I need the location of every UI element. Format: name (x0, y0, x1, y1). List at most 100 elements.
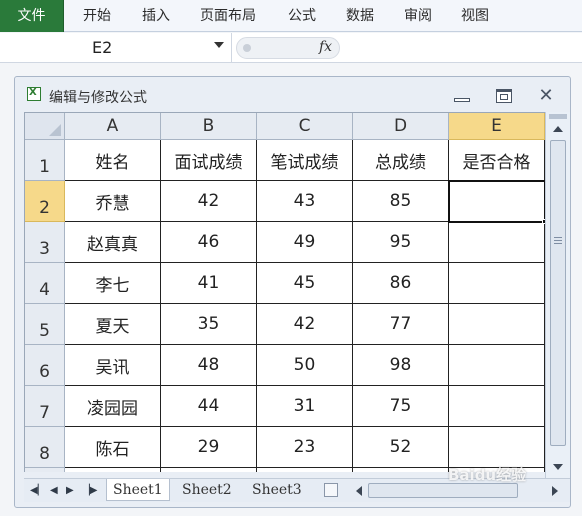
close-button[interactable]: ✕ (535, 87, 557, 105)
vertical-scroll-thumb[interactable] (550, 140, 566, 446)
cell-d6[interactable]: 98 (353, 345, 449, 386)
cell-c3[interactable]: 49 (257, 222, 353, 263)
active-cell-border (448, 180, 545, 223)
column-header-d[interactable]: D (353, 113, 449, 140)
cell-c9[interactable] (257, 468, 353, 472)
cell-a9[interactable] (65, 468, 161, 472)
scroll-left-icon[interactable] (356, 486, 362, 496)
grip-icon (243, 44, 251, 52)
select-all-corner[interactable] (25, 113, 65, 140)
cell-b3[interactable]: 46 (161, 222, 257, 263)
tab-home[interactable]: 开始 (83, 0, 111, 32)
cell-d8[interactable]: 52 (353, 427, 449, 468)
last-sheet-icon[interactable]: ▕▶ (82, 485, 97, 496)
row-header-5[interactable]: 5 (25, 304, 65, 345)
minimize-button[interactable] (451, 87, 473, 105)
cell-d1[interactable]: 总成绩 (353, 140, 449, 181)
cell-c7[interactable]: 31 (257, 386, 353, 427)
cell-a3[interactable]: 赵真真 (65, 222, 161, 263)
tab-file[interactable]: 文件 (0, 0, 64, 32)
cell-c4[interactable]: 45 (257, 263, 353, 304)
name-box-value: E2 (92, 38, 113, 57)
formula-controls: fx (236, 37, 340, 59)
cell-d3[interactable]: 95 (353, 222, 449, 263)
sheet-tab-sheet3[interactable]: Sheet3 (246, 479, 308, 501)
workbook-title: 编辑与修改公式 (49, 90, 147, 106)
close-icon: ✕ (538, 85, 554, 106)
cell-b6[interactable]: 48 (161, 345, 257, 386)
cell-c1[interactable]: 笔试成绩 (257, 140, 353, 181)
next-sheet-icon[interactable]: ▶ (66, 485, 74, 496)
cell-d7[interactable]: 75 (353, 386, 449, 427)
column-header-a[interactable]: A (65, 113, 161, 140)
spreadsheet-grid[interactable]: A B C D E 1 2 3 4 5 6 7 8 9 姓名面试成绩笔试成绩总成… (24, 112, 545, 472)
cell-a6[interactable]: 吴讯 (65, 345, 161, 386)
cell-a2[interactable]: 乔慧 (65, 181, 161, 222)
cell-e4[interactable] (449, 263, 545, 304)
first-sheet-icon[interactable]: ◀▏ (30, 485, 45, 496)
cell-a4[interactable]: 李七 (65, 263, 161, 304)
tab-review[interactable]: 审阅 (404, 0, 432, 32)
cell-c8[interactable]: 23 (257, 427, 353, 468)
column-header-b[interactable]: B (161, 113, 257, 140)
cell-b9[interactable] (161, 468, 257, 472)
formula-input[interactable] (344, 33, 582, 63)
workbook-title-bar: X 编辑与修改公式 ✕ (15, 77, 570, 111)
cell-b7[interactable]: 44 (161, 386, 257, 427)
formula-bar: E2 fx (0, 33, 582, 63)
insert-function-button[interactable]: fx (319, 39, 332, 55)
scroll-up-icon[interactable] (553, 126, 563, 132)
sheet-tab-sheet1[interactable]: Sheet1 (106, 479, 170, 501)
row-header-9[interactable]: 9 (25, 468, 65, 472)
column-header-e[interactable]: E (449, 113, 545, 140)
cell-d5[interactable]: 77 (353, 304, 449, 345)
cell-e8[interactable] (449, 427, 545, 468)
cell-e6[interactable] (449, 345, 545, 386)
scroll-down-icon[interactable] (553, 464, 563, 470)
vertical-scrollbar[interactable] (545, 112, 570, 478)
cell-c5[interactable]: 42 (257, 304, 353, 345)
tab-data[interactable]: 数据 (346, 0, 374, 32)
column-header-c[interactable]: C (257, 113, 353, 140)
sheet-tab-sheet2[interactable]: Sheet2 (176, 479, 238, 501)
cell-a8[interactable]: 陈石 (65, 427, 161, 468)
watermark: Baidu经验 (448, 466, 527, 484)
row-header-4[interactable]: 4 (25, 263, 65, 304)
cell-b1[interactable]: 面试成绩 (161, 140, 257, 181)
cell-e5[interactable] (449, 304, 545, 345)
horizontal-scroll-thumb[interactable] (368, 483, 518, 498)
cell-e3[interactable] (449, 222, 545, 263)
cell-d4[interactable]: 86 (353, 263, 449, 304)
row-header-8[interactable]: 8 (25, 427, 65, 468)
cell-e1[interactable]: 是否合格 (449, 140, 545, 181)
cell-b4[interactable]: 41 (161, 263, 257, 304)
cell-a1[interactable]: 姓名 (65, 140, 161, 181)
cell-a7[interactable]: 凌园园 (65, 386, 161, 427)
chevron-down-icon[interactable] (214, 42, 224, 48)
cell-c2[interactable]: 43 (257, 181, 353, 222)
tab-insert[interactable]: 插入 (142, 0, 170, 32)
tab-formulas[interactable]: 公式 (288, 0, 316, 32)
row-header-7[interactable]: 7 (25, 386, 65, 427)
row-header-3[interactable]: 3 (25, 222, 65, 263)
cell-d9[interactable] (353, 468, 449, 472)
row-header-1[interactable]: 1 (25, 140, 65, 181)
restore-button[interactable] (493, 87, 515, 105)
prev-sheet-icon[interactable]: ◀ (50, 485, 58, 496)
cell-d2[interactable]: 85 (353, 181, 449, 222)
excel-icon: X (27, 87, 41, 101)
tab-page-layout[interactable]: 页面布局 (200, 0, 256, 32)
row-header-6[interactable]: 6 (25, 345, 65, 386)
cell-c6[interactable]: 50 (257, 345, 353, 386)
cell-b2[interactable]: 42 (161, 181, 257, 222)
tab-view[interactable]: 视图 (461, 0, 489, 32)
split-handle[interactable] (549, 114, 567, 119)
row-header-2[interactable]: 2 (25, 181, 65, 222)
cell-a5[interactable]: 夏天 (65, 304, 161, 345)
insert-sheet-icon[interactable] (324, 483, 338, 497)
cell-b8[interactable]: 29 (161, 427, 257, 468)
cell-e7[interactable] (449, 386, 545, 427)
scroll-right-icon[interactable] (552, 486, 558, 496)
name-box[interactable]: E2 (0, 33, 232, 63)
cell-b5[interactable]: 35 (161, 304, 257, 345)
